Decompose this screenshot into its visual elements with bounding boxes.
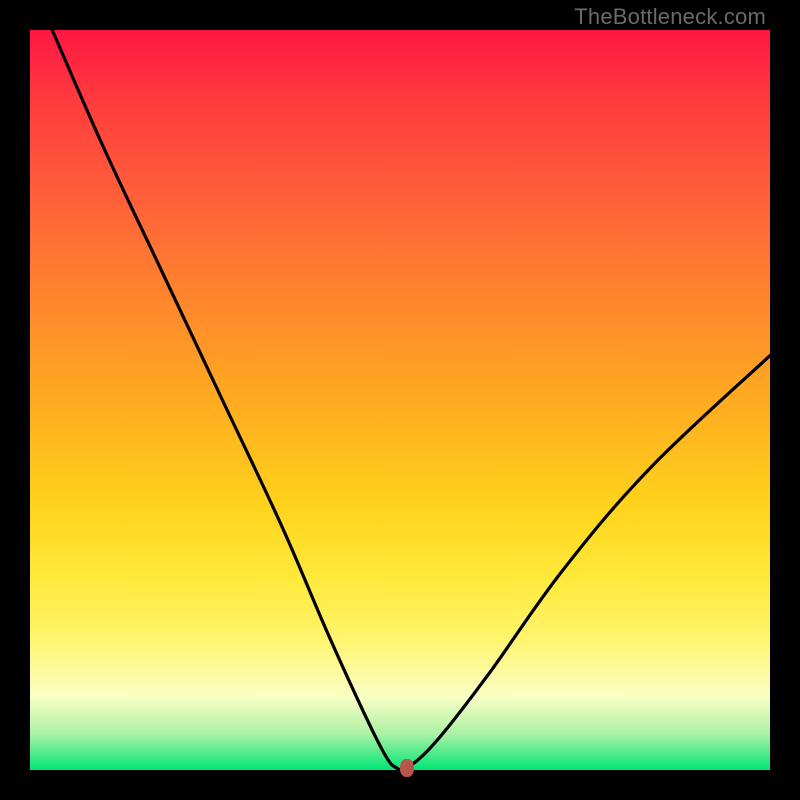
chart-frame: TheBottleneck.com: [0, 0, 800, 800]
watermark-text: TheBottleneck.com: [574, 4, 766, 30]
optimal-point-marker: [400, 759, 414, 777]
plot-area: [30, 30, 770, 770]
bottleneck-curve: [30, 30, 770, 770]
